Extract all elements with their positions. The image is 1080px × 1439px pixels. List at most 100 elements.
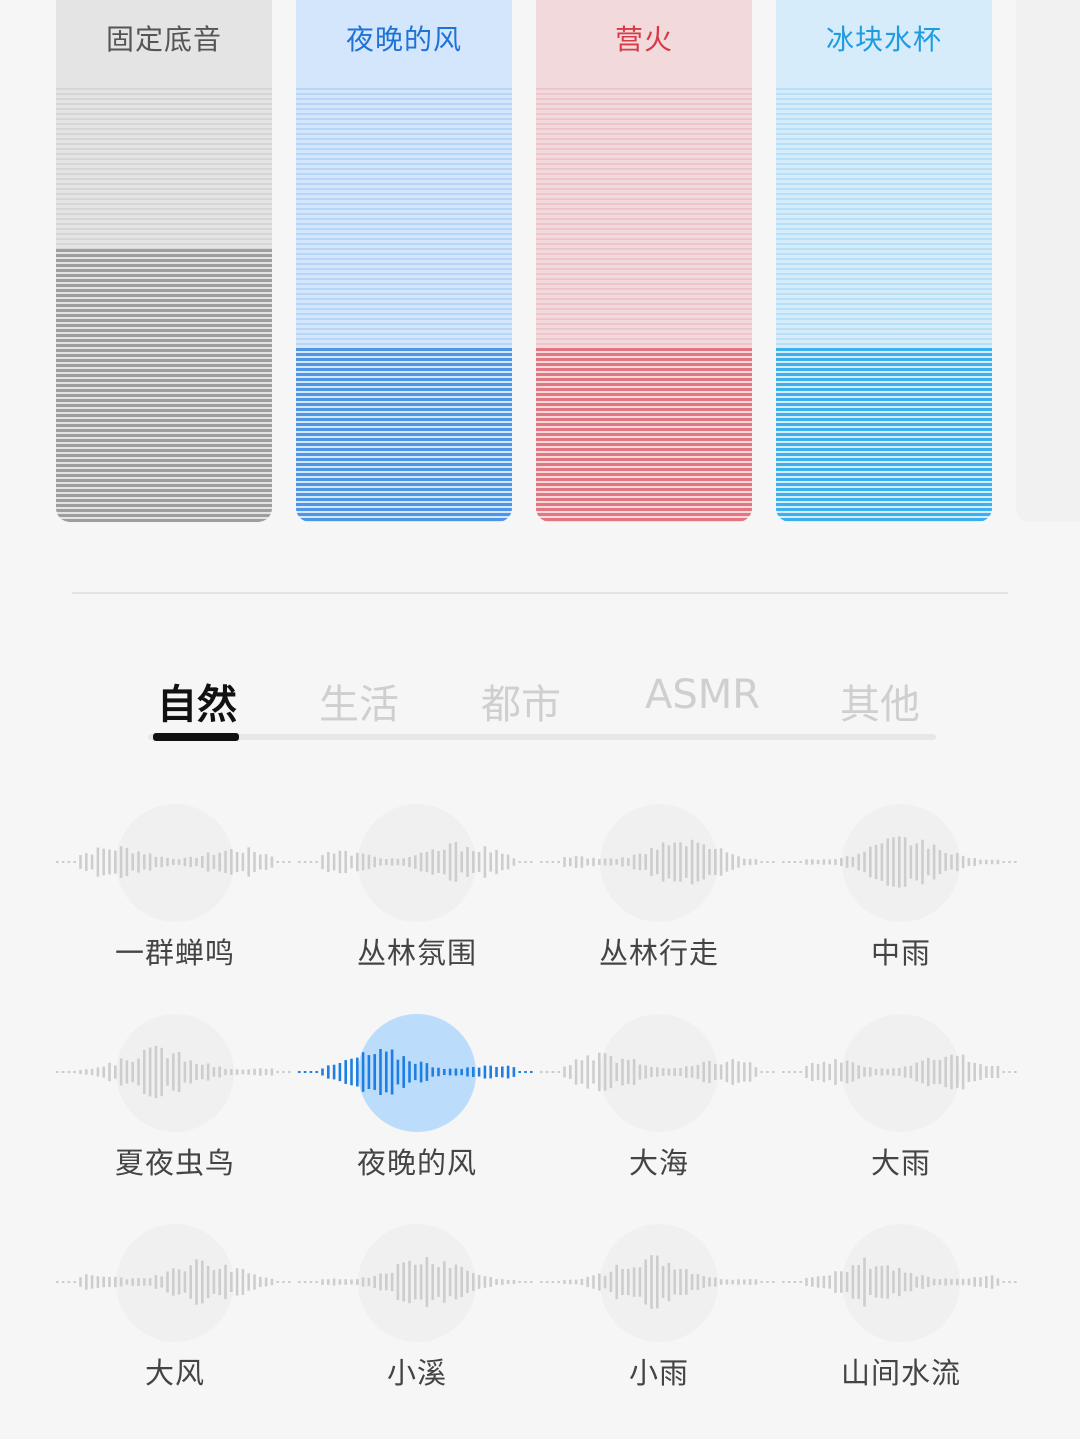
waveform-bar <box>932 1278 936 1286</box>
waveform-bar <box>125 1060 129 1084</box>
tab-other[interactable]: 其他 <box>840 672 920 730</box>
waveform-bar <box>338 1279 342 1285</box>
waveform-bar <box>288 1071 291 1073</box>
waveform-bar <box>90 1275 94 1289</box>
sound-label: 大海 <box>628 1146 689 1180</box>
waveform-bar <box>845 1272 849 1292</box>
waveform-bar <box>218 1269 221 1296</box>
waveform-bar <box>754 1279 758 1285</box>
waveform-bar <box>719 1064 723 1080</box>
tab-life[interactable]: 生活 <box>319 672 399 730</box>
waveform-bar <box>799 861 802 863</box>
waveform-bar <box>603 1275 607 1289</box>
sound-tile[interactable]: 丛林氛围 <box>296 790 538 990</box>
waveform-bar <box>218 852 221 872</box>
waveform-bar <box>472 851 475 873</box>
waveform-bar <box>1002 1071 1005 1073</box>
volume-fill <box>776 348 992 522</box>
mixer-card-next-peek[interactable] <box>1016 0 1080 522</box>
waveform-bar <box>437 1067 440 1077</box>
waveform-bar <box>61 1281 65 1283</box>
tab-nature[interactable]: 自然 <box>157 672 237 730</box>
waveform-bar <box>443 1069 446 1075</box>
mixer-card-campfire[interactable]: 营火 <box>536 0 752 522</box>
sound-tile[interactable]: 中雨 <box>780 790 1022 990</box>
waveform-bar <box>950 854 953 870</box>
waveform-bar <box>650 1066 653 1078</box>
waveform-bar <box>524 1281 527 1283</box>
mixer-card-ice-cup[interactable]: 冰块水杯 <box>776 0 992 522</box>
sound-tile[interactable]: 山间水流 <box>780 1210 1022 1410</box>
waveform-bar <box>667 1068 671 1076</box>
sound-tile[interactable]: 大海 <box>538 1000 780 1200</box>
sound-tile[interactable]: 小雨 <box>538 1210 780 1410</box>
sound-tile[interactable]: 夏夜虫鸟 <box>54 1000 296 1200</box>
waveform-bar <box>615 859 618 865</box>
waveform-bar <box>472 1067 475 1077</box>
waveform-bar <box>367 854 371 870</box>
waveform-bar <box>685 1066 688 1078</box>
sound-tile[interactable]: 大雨 <box>780 1000 1022 1200</box>
waveform-bar <box>235 1268 239 1296</box>
tab-city[interactable]: 都市 <box>481 672 561 730</box>
waveform-bar <box>189 1265 192 1299</box>
waveform-bar <box>85 1069 88 1075</box>
waveform-bar <box>489 852 492 872</box>
waveform-bar <box>540 1071 543 1073</box>
waveform-bar <box>857 853 860 871</box>
waveform-bar <box>454 842 458 882</box>
sound-tile[interactable]: 夜晚的风 <box>296 1000 538 1200</box>
sound-tile[interactable]: 丛林行走 <box>538 790 780 990</box>
waveform-bar <box>373 1275 376 1289</box>
waveform-bar <box>661 842 665 882</box>
waveform-bar <box>506 1280 510 1284</box>
waveform-bar <box>1008 1281 1011 1283</box>
waveform-bar <box>903 837 907 887</box>
waveform-bar <box>224 1068 227 1076</box>
waveform-bar <box>472 1273 475 1291</box>
waveform-bar <box>125 1279 129 1285</box>
waveform-bar <box>690 839 694 885</box>
waveform-bar <box>408 1061 411 1083</box>
waveform-bar <box>282 1071 285 1073</box>
waveform-bar <box>961 855 965 869</box>
waveform-bar <box>857 1265 860 1299</box>
waveform-bar <box>990 1275 994 1289</box>
waveform-bar <box>799 1281 802 1283</box>
waveform-bar <box>530 861 533 863</box>
volume-fill <box>56 249 272 522</box>
waveform-bar <box>303 1281 307 1283</box>
waveform-bar <box>737 1061 740 1083</box>
waveform-bar <box>148 853 152 871</box>
waveform-bar <box>892 837 895 887</box>
waveform-bar <box>315 861 318 863</box>
waveform-bar <box>748 1062 752 1082</box>
sound-tile[interactable]: 一群蝉鸣 <box>54 790 296 990</box>
waveform-bar <box>212 855 216 869</box>
waveform-bar <box>656 1067 659 1077</box>
waveform-bar <box>840 1062 843 1082</box>
waveform-bar <box>230 849 233 875</box>
waveform-bar <box>638 1267 642 1297</box>
sound-tile[interactable]: 小溪 <box>296 1210 538 1410</box>
waveform-bar <box>264 1069 268 1075</box>
waveform-bar <box>731 854 734 870</box>
waveform-bar <box>679 842 682 882</box>
waveform-bar <box>996 1065 1000 1079</box>
waveform-bar <box>985 859 988 865</box>
waveform-bar <box>644 1259 647 1305</box>
waveform-bar <box>419 1061 423 1083</box>
sound-tile[interactable]: 大风 <box>54 1210 296 1410</box>
waveform-bar <box>615 1062 618 1082</box>
waveform-bar <box>466 1270 469 1294</box>
waveform-bar <box>685 846 688 878</box>
waveform-bar <box>177 1051 181 1093</box>
mixer-card-base-tone[interactable]: 固定底音 <box>56 0 272 522</box>
waveform-bar <box>259 1276 262 1287</box>
waveform-bar <box>501 1066 504 1078</box>
waveform-bar <box>540 861 543 863</box>
tab-asmr[interactable]: ASMR <box>645 672 760 718</box>
waveform-bar <box>195 1259 198 1305</box>
waveform-bar <box>909 1065 913 1079</box>
mixer-card-night-wind[interactable]: 夜晚的风 <box>296 0 512 522</box>
